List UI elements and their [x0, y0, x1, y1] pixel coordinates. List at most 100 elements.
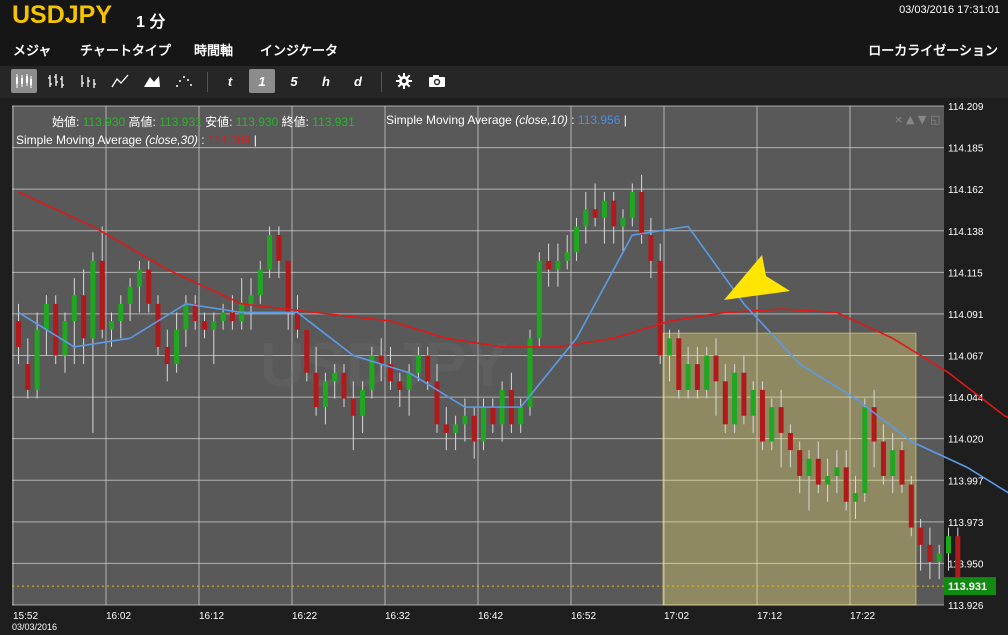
candle-body-up [583, 209, 589, 227]
symbol-title: USDJPY [12, 1, 113, 29]
candle-body-down [53, 303, 59, 356]
x-tick-label: 16:12 [199, 611, 224, 622]
y-tick-label: 114.044 [948, 393, 984, 404]
x-tick-label: 16:22 [292, 611, 317, 622]
candle-body-down [25, 364, 31, 390]
candle-body-up [518, 407, 524, 425]
candle-body-down [694, 364, 700, 390]
candle-body-down [880, 441, 886, 476]
candle-body-down [229, 312, 235, 322]
sma10-params: (close,10) [515, 113, 568, 127]
candle [760, 381, 765, 451]
period-tick-button[interactable]: t [217, 69, 243, 93]
candle [908, 475, 914, 537]
candle-body-up [267, 235, 273, 270]
hlc-bar-icon[interactable] [75, 69, 101, 93]
candle-body-up [806, 458, 812, 476]
menu-indicators[interactable]: インジケータ [260, 40, 338, 59]
period-5min-button[interactable]: 5 [281, 69, 307, 93]
toolbar: t 1 5 h d [0, 66, 1008, 99]
candle-body-up [109, 321, 114, 330]
candle [536, 252, 542, 347]
mountain-icon[interactable] [139, 69, 165, 93]
candle-body-up [601, 200, 607, 218]
chart-control-icon: × [894, 113, 903, 126]
candle-body-down [146, 269, 152, 304]
candle-body-down [899, 450, 905, 485]
y-tick-label: 114.067 [948, 352, 984, 363]
candle-body-up [890, 450, 896, 476]
candle-body-up [257, 269, 263, 296]
candle-body-down [81, 295, 87, 339]
candle-body-up [174, 329, 180, 365]
y-tick-label: 114.115 [948, 268, 983, 279]
candle-body-up [629, 192, 635, 218]
candle-body-down [341, 372, 347, 399]
candle-body-up [825, 475, 831, 485]
toolbar-divider [207, 72, 208, 92]
candle-body-up [481, 407, 486, 442]
candle [53, 295, 59, 365]
candle-body-down [155, 303, 161, 347]
x-tick-label: 17:12 [757, 611, 782, 622]
menu-measure[interactable]: メジャ [13, 40, 51, 59]
dots-icon[interactable] [171, 69, 197, 93]
price-chart[interactable]: 114.209 114.185 114.162 114.138 114.115 114.0… [0, 98, 1008, 635]
candle-body-down [639, 192, 645, 236]
candle-body-up [71, 295, 77, 322]
candle-body-up [862, 407, 868, 494]
candle-body-down [676, 338, 682, 390]
sma30-value: 114.009 [207, 133, 251, 147]
sma10-name: Simple Moving Average [386, 113, 512, 127]
sma30-readout: Simple Moving Average (close,30) : 114.0… [16, 133, 257, 147]
candle-body-down [471, 415, 477, 442]
y-tick-label: 113.973 [948, 518, 984, 529]
candlestick-icon[interactable] [11, 69, 37, 93]
low-value: 113.930 [235, 115, 279, 129]
top-bar: USDJPY 1 分 03/03/2016 17:31:01 メジャ チャートタ… [0, 0, 1008, 66]
y-tick-label: 113.950 [948, 559, 984, 570]
close-value: 113.931 [312, 115, 355, 129]
candle-body-up [90, 260, 96, 339]
ohlc-readout: 始値: 113.930 高値: 113.931 安値: 113.930 終値: … [52, 113, 355, 130]
candle-body-up [211, 321, 217, 330]
candle-body-down [760, 389, 765, 442]
y-tick-label: 114.185 [948, 144, 984, 155]
candle-body-down [164, 346, 170, 365]
candle [155, 295, 161, 356]
y-tick-label: 114.020 [948, 435, 984, 446]
candle-body-down [16, 321, 21, 347]
candle-body-down [304, 329, 310, 373]
low-label: 安値: [205, 115, 233, 129]
period-1min-button[interactable]: 1 [249, 69, 275, 93]
menu-timeframe[interactable]: 時間軸 [194, 40, 233, 59]
candle-body-down [350, 398, 356, 416]
candle-body-up [732, 372, 738, 425]
candle-body-down [787, 432, 793, 451]
period-hour-button[interactable]: h [313, 69, 339, 93]
candle-body-up [750, 389, 756, 416]
candle-body-down [797, 450, 803, 476]
candle-body-up [555, 260, 561, 270]
gear-icon[interactable] [391, 69, 417, 93]
candle-body-down [202, 321, 207, 330]
y-tick-label: 113.997 [948, 476, 984, 487]
candle-body-down [592, 209, 598, 218]
candle-body-down [713, 355, 719, 382]
period-day-button[interactable]: d [345, 69, 371, 93]
candle-body-down [955, 536, 961, 580]
candle-body-up [453, 424, 459, 433]
candle-body-up [667, 338, 672, 356]
menu-chart-type[interactable]: チャートタイプ [80, 40, 171, 59]
line-icon[interactable] [107, 69, 133, 93]
sma10-readout: Simple Moving Average (close,10) : 113.9… [386, 113, 627, 127]
last-price-label: 113.931 [948, 581, 987, 593]
candle-body-down [295, 312, 300, 330]
ohlc-bar-icon[interactable] [43, 69, 69, 93]
candle-body-down [741, 372, 747, 416]
candle-body-down [443, 424, 449, 433]
y-tick-label: 114.138 [948, 227, 984, 238]
camera-icon[interactable] [424, 69, 450, 93]
menu-localization[interactable]: ローカライゼーション [868, 40, 998, 59]
candle-body-up [62, 321, 68, 356]
